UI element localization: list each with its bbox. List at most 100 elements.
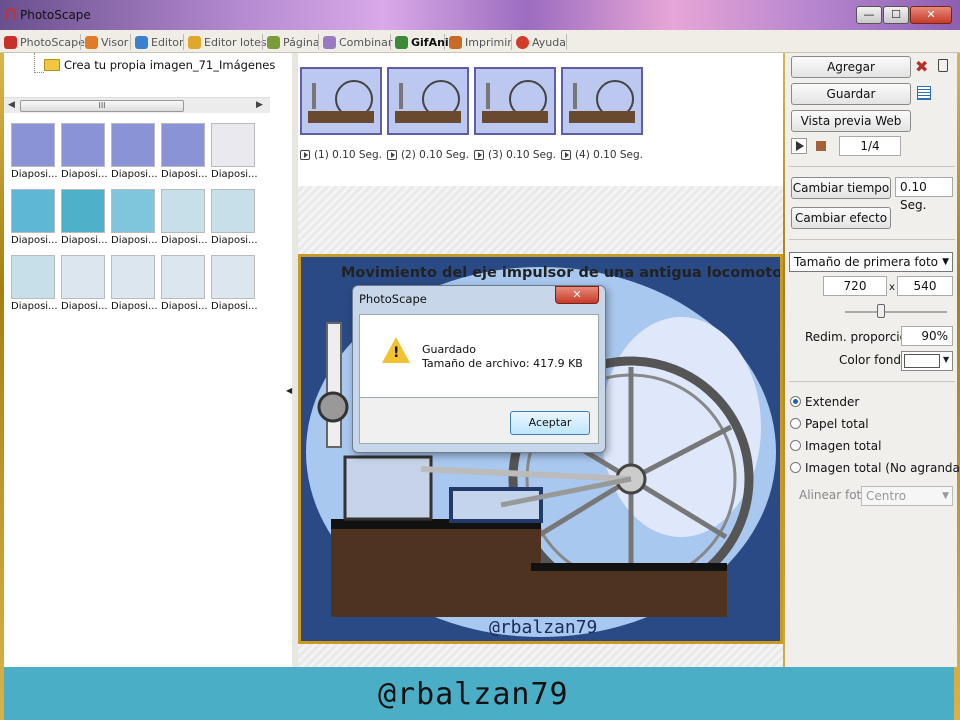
tab-combinar[interactable]: Combinar xyxy=(323,33,392,51)
align-select[interactable]: Centro ▼ xyxy=(861,486,953,506)
change-time-button[interactable]: Cambiar tiempo xyxy=(791,177,891,199)
size-slider-knob[interactable] xyxy=(877,304,885,318)
option-papel-total-label[interactable]: Papel total xyxy=(805,417,869,431)
tab-photoscape[interactable]: PhotoScape xyxy=(4,33,85,51)
thumbnail-item[interactable]: Diaposi... xyxy=(61,123,108,180)
thumbnail-image[interactable] xyxy=(211,255,255,299)
thumbnail-image[interactable] xyxy=(11,255,55,299)
size-slider-track[interactable] xyxy=(845,311,947,313)
page-icon xyxy=(267,35,280,49)
tab-imprimir[interactable]: Imprimir xyxy=(449,33,512,51)
scroll-left-icon[interactable]: ◀ xyxy=(8,100,15,110)
thumbnail-item[interactable]: Diaposi... xyxy=(61,255,108,312)
tab-editor-lotes[interactable]: Editor lotes xyxy=(188,33,267,51)
list-icon[interactable] xyxy=(917,86,931,100)
viewer-icon xyxy=(85,35,98,49)
trash-icon[interactable] xyxy=(938,59,948,72)
thumbnail-image[interactable] xyxy=(211,189,255,233)
banner-signature: @rbalzan79 xyxy=(378,677,569,712)
thumbnail-image[interactable] xyxy=(111,189,155,233)
maximize-button[interactable]: ☐ xyxy=(883,6,909,24)
option-imagen-total-label[interactable]: Imagen total xyxy=(805,439,881,453)
thumbnail-image[interactable] xyxy=(211,123,255,167)
bg-color-picker[interactable]: ▼ xyxy=(901,351,953,371)
thumbnail-image[interactable] xyxy=(161,189,205,233)
thumbnail-item[interactable]: Diaposi... xyxy=(61,189,108,246)
scrollbar-thumb[interactable]: III xyxy=(20,100,184,112)
collapse-arrow-icon[interactable]: ◀ xyxy=(286,386,292,395)
help-icon xyxy=(516,35,529,49)
thumbnail-item[interactable]: Diaposi... xyxy=(211,189,258,246)
thumbnail-image[interactable] xyxy=(161,123,205,167)
width-field[interactable]: 720 xyxy=(823,276,887,296)
time-value-field[interactable]: 0.10 Seg. xyxy=(895,177,953,212)
title-bar[interactable]: PhotoScape — ☐ ✕ xyxy=(0,0,960,30)
bottom-banner: @rbalzan79 xyxy=(4,667,954,720)
thumbnail-item[interactable]: Diaposi... xyxy=(111,255,158,312)
thumbnail-caption: Diaposi... xyxy=(211,235,258,246)
folder-name[interactable]: Crea tu propia imagen_71_Imágenes xyxy=(64,58,275,72)
dialog-title: PhotoScape xyxy=(359,292,427,306)
dialog-close-button[interactable]: ✕ xyxy=(555,286,599,304)
thumbnail-image[interactable] xyxy=(111,255,155,299)
delete-icon[interactable]: ✖ xyxy=(915,57,928,76)
frame-item[interactable]: (4) 0.10 Seg. xyxy=(561,67,643,161)
frame-item[interactable]: (3) 0.10 Seg. xyxy=(474,67,556,161)
thumbnail-item[interactable]: Diaposi... xyxy=(11,123,58,180)
thumbnail-item[interactable]: Diaposi... xyxy=(211,123,258,180)
thumbnail-item[interactable]: Diaposi... xyxy=(161,255,208,312)
tab-editor[interactable]: Editor xyxy=(135,33,184,51)
tab-pagina[interactable]: Página xyxy=(267,33,320,51)
tab-visor[interactable]: Visor xyxy=(85,33,128,51)
height-field[interactable]: 540 xyxy=(897,276,953,296)
frame-thumbnail[interactable] xyxy=(474,67,556,135)
horizontal-scrollbar[interactable]: ◀ III ▶ xyxy=(4,97,270,113)
thumbnail-item[interactable]: Diaposi... xyxy=(111,123,158,180)
radio-papel-total[interactable] xyxy=(790,418,801,429)
size-mode-select[interactable]: Tamaño de primera foto ▼ xyxy=(789,252,953,272)
stop-icon[interactable] xyxy=(813,138,829,154)
thumbnail-caption: Diaposi... xyxy=(161,169,208,180)
frame-thumbnail[interactable] xyxy=(300,67,382,135)
frame-thumbnail[interactable] xyxy=(387,67,469,135)
thumbnail-image[interactable] xyxy=(161,255,205,299)
add-button[interactable]: Agregar xyxy=(791,56,911,78)
thumbnail-item[interactable]: Diaposi... xyxy=(111,189,158,246)
frame-item[interactable]: (1) 0.10 Seg. xyxy=(300,67,382,161)
play-icon[interactable] xyxy=(791,138,807,154)
thumbnail-item[interactable]: Diaposi... xyxy=(161,123,208,180)
scroll-right-icon[interactable]: ▶ xyxy=(256,100,263,110)
align-label: Alinear foto xyxy=(799,488,869,502)
tab-gifani[interactable]: GifAni xyxy=(395,33,449,51)
thumbnail-item[interactable]: Diaposi... xyxy=(11,255,58,312)
tab-ayuda[interactable]: Ayuda xyxy=(516,33,566,51)
thumbnail-image[interactable] xyxy=(61,189,105,233)
radio-extender[interactable] xyxy=(790,396,801,407)
frame-item[interactable]: (2) 0.10 Seg. xyxy=(387,67,469,161)
thumbnail-caption: Diaposi... xyxy=(61,301,108,312)
web-preview-button[interactable]: Vista previa Web xyxy=(791,110,911,132)
resize-field[interactable]: 90% xyxy=(901,326,953,346)
warning-exclamation: ! xyxy=(393,345,400,361)
thumbnail-image[interactable] xyxy=(61,123,105,167)
thumbnail-item[interactable]: Diaposi... xyxy=(11,189,58,246)
chevron-down-icon: ▼ xyxy=(942,491,949,501)
option-extender-label[interactable]: Extender xyxy=(805,395,859,409)
chevron-down-icon: ▼ xyxy=(942,257,949,267)
close-button[interactable]: ✕ xyxy=(910,6,952,24)
thumbnail-item[interactable]: Diaposi... xyxy=(161,189,208,246)
thumbnail-item[interactable]: Diaposi... xyxy=(211,255,258,312)
thumbnail-image[interactable] xyxy=(11,189,55,233)
thumbnail-image[interactable] xyxy=(11,123,55,167)
ok-button[interactable]: Aceptar xyxy=(510,411,590,435)
thumbnail-image[interactable] xyxy=(61,255,105,299)
change-effect-button[interactable]: Cambiar efecto xyxy=(791,207,891,229)
resize-label: Redim. proporción xyxy=(805,330,915,344)
save-button[interactable]: Guardar xyxy=(791,83,911,105)
radio-imagen-total-no-agrandada[interactable] xyxy=(790,462,801,473)
frame-thumbnail[interactable] xyxy=(561,67,643,135)
thumbnail-image[interactable] xyxy=(111,123,155,167)
radio-imagen-total[interactable] xyxy=(790,440,801,451)
minimize-button[interactable]: — xyxy=(856,6,882,24)
option-imagen-total-no-agrandada-label[interactable]: Imagen total (No agrandada) xyxy=(805,461,960,475)
